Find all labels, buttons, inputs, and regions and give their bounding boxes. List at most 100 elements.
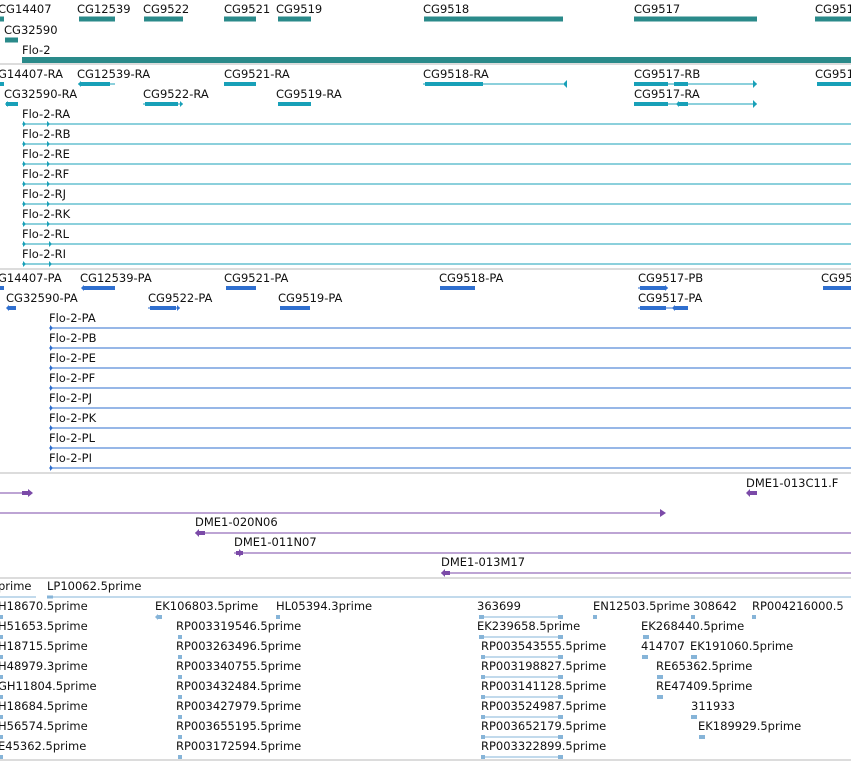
est-h18670-5prime[interactable]: H18670.5prime [0,599,88,619]
est-en12503-5prime[interactable]: EN12503.5prime [593,599,690,619]
protein-flo-2-pj[interactable]: Flo-2-PJ [49,391,851,411]
gene-label: CG14407 [0,2,52,16]
est-h18684-5prime[interactable]: H18684.5prime [0,699,88,719]
est-rp003432484-5prime[interactable]: RP003432484.5prime [176,679,301,699]
gene-cg9518[interactable]: CG9518 [423,2,563,22]
est-rp003524987-5prime[interactable]: RP003524987.5prime [481,699,606,719]
transcript-cg9518-ra[interactable]: CG9518-RA [423,67,567,88]
protein-flo-2-pe[interactable]: Flo-2-PE [49,351,851,371]
protein-flo-2-pb[interactable]: Flo-2-PB [49,331,851,351]
gene-cg951[interactable]: CG951 [815,2,851,22]
gene-flo-2[interactable]: Flo-2 [22,43,851,63]
strand-arrow-right-icon [177,305,180,311]
est-rp003427979-5prime[interactable]: RP003427979.5prime [176,699,301,719]
protein-g14407-pa[interactable]: G14407-PA [0,271,62,290]
gene-label: Flo-2 [22,43,51,57]
est-h18715-5prime[interactable]: H18715.5prime [0,639,88,659]
transcript-flo-2-rj[interactable]: Flo-2-RJ [22,187,851,207]
est-label: RE65362.5prime [656,659,752,673]
clone-dme1-013m17[interactable]: DME1-013M17 [441,555,851,577]
est-h48979-3prime[interactable]: H48979.3prime [0,659,88,679]
protein-flo-2-pi[interactable]: Flo-2-PI [49,451,851,471]
transcript-exon-block [674,82,688,86]
est-rp003652179-5prime[interactable]: RP003652179.5prime [481,719,606,739]
gene-cg9519[interactable]: CG9519 [276,2,322,22]
protein-cg9519-pa[interactable]: CG9519-PA [278,291,343,310]
est-e45362-5prime[interactable]: E45362.5prime [0,739,86,759]
est-lp10062-5prime[interactable]: LP10062.5prime [47,579,851,599]
est-ek191060-5prime[interactable]: EK191060.5prime [690,639,793,659]
protein-cg95[interactable]: CG95 [821,271,851,290]
gene-cg9521[interactable]: CG9521 [224,2,270,22]
transcript-flo-2-re[interactable]: Flo-2-RE [22,147,851,167]
protein-cg9517-pb[interactable]: CG9517-PB [638,271,703,291]
clone-dme1-020n06[interactable]: DME1-020N06 [195,515,851,537]
transcript-g14407-ra[interactable]: G14407-RA [0,67,63,86]
est-rp003141128-5prime[interactable]: RP003141128.5prime [481,679,606,699]
protein-cg9517-pa[interactable]: CG9517-PA [638,291,703,311]
transcript-cg951[interactable]: CG951 [815,67,851,86]
protein-flo-2-pk[interactable]: Flo-2-PK [49,411,851,431]
est-ek189929-5prime[interactable]: EK189929.5prime [698,719,801,739]
gene-exon-block [0,16,4,22]
protein-cg12539-pa[interactable]: CG12539-PA [80,271,152,291]
est-rp003322899-5prime[interactable]: RP003322899.5prime [481,739,606,759]
gene-cg14407[interactable]: CG14407 [0,2,52,22]
transcript-flo-2-ri[interactable]: Flo-2-RI [22,247,851,267]
est-exon-block [691,715,697,719]
transcript-cg9521-ra[interactable]: CG9521-RA [224,67,290,86]
est-rp003319546-5prime[interactable]: RP003319546.5prime [176,619,301,639]
transcript-cg9517-ra[interactable]: CG9517-RA [634,87,757,108]
est-prime[interactable]: prime [0,579,36,598]
protein-flo-2-pl[interactable]: Flo-2-PL [49,431,851,451]
protein-cg9521-pa[interactable]: CG9521-PA [224,271,289,290]
protein-cg9522-pa[interactable]: CG9522-PA [148,291,213,311]
transcript-flo-2-rk[interactable]: Flo-2-RK [22,207,851,227]
est-gh11804-5prime[interactable]: GH11804.5prime [0,679,97,699]
strand-arrow-left-icon [672,305,675,311]
est-ek268440-5prime[interactable]: EK268440.5prime [641,619,744,639]
transcript-flo-2-rb[interactable]: Flo-2-RB [22,127,851,147]
transcript-cg32590-ra[interactable]: CG32590-RA [4,87,77,107]
protein-flo-2-pa[interactable]: Flo-2-PA [49,311,851,331]
est-rp004216000-5[interactable]: RP004216000.5 [752,599,844,619]
est-363699[interactable]: 363699 [477,599,563,619]
est-311933[interactable]: 311933 [691,699,735,719]
protein-label: Flo-2-PE [49,351,96,365]
protein-cg32590-pa[interactable]: CG32590-PA [6,291,78,311]
est-label: H18715.5prime [0,639,88,653]
est-414707[interactable]: 414707 [641,639,685,659]
est-label: RP003432484.5prime [176,679,301,693]
gene-cg12539[interactable]: CG12539 [77,2,131,22]
est-ek106803-5prime[interactable]: EK106803.5prime [155,599,258,620]
est-rp003198827-5prime[interactable]: RP003198827.5prime [481,659,606,679]
est-h51653-5prime[interactable]: H51653.5prime [0,619,88,639]
transcript-cg9519-ra[interactable]: CG9519-RA [276,87,342,106]
transcript-label: CG9517-RB [634,67,700,81]
est-hl05394-3prime[interactable]: HL05394.3prime [276,599,372,619]
protein-cg9518-pa[interactable]: CG9518-PA [439,271,504,290]
gene-cg9522[interactable]: CG9522 [143,2,189,22]
transcript-cg9517-rb[interactable]: CG9517-RB [634,67,757,88]
est-rp003263496-5prime[interactable]: RP003263496.5prime [176,639,301,659]
est-ek239658-5prime[interactable]: EK239658.5prime [477,619,580,639]
est-h56574-5prime[interactable]: H56574.5prime [0,719,88,739]
protein-flo-2-pf[interactable]: Flo-2-PF [49,371,851,391]
est-re47409-5prime[interactable]: RE47409.5prime [656,679,752,699]
est-308642[interactable]: 308642 [691,599,737,619]
transcript-flo-2-ra[interactable]: Flo-2-RA [22,107,851,127]
est-rp003172594-5prime[interactable]: RP003172594.5prime [176,739,301,759]
est-exon-block [593,615,597,619]
clone-dme1-013c11-f[interactable]: DME1-013C11.F [746,476,838,497]
transcript-cg12539-ra[interactable]: CG12539-RA [77,67,150,87]
est-re65362-5prime[interactable]: RE65362.5prime [656,659,752,679]
est-rp003543555-5prime[interactable]: RP003543555.5prime [481,639,606,659]
gene-cg9517[interactable]: CG9517 [634,2,757,22]
est-rp003655195-5prime[interactable]: RP003655195.5prime [176,719,301,739]
gene-cg32590[interactable]: CG32590 [4,23,58,43]
transcript-flo-2-rf[interactable]: Flo-2-RF [22,167,851,187]
est-rp003340755-5prime[interactable]: RP003340755.5prime [176,659,301,679]
transcript-cg9522-ra[interactable]: CG9522-RA [143,87,209,107]
transcript-flo-2-rl[interactable]: Flo-2-RL [22,227,851,247]
clone-dme1-011n07[interactable]: DME1-011N07 [234,535,851,557]
